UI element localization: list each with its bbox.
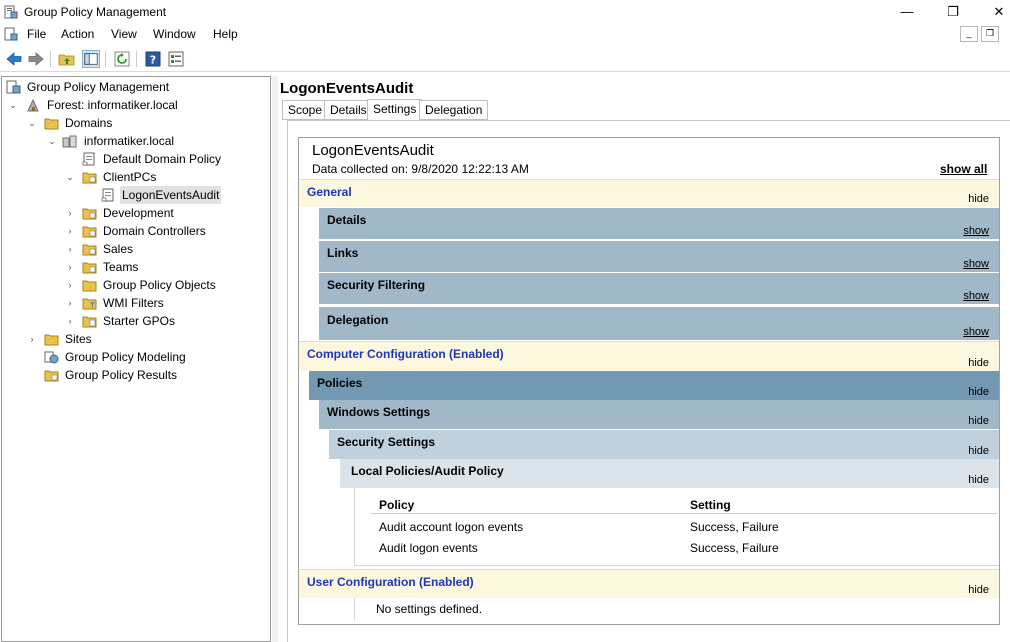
back-arrow-icon[interactable]	[5, 50, 23, 68]
menu-file[interactable]: File	[27, 27, 46, 41]
mdi-minimize-button[interactable]: _	[960, 26, 978, 42]
gpm-icon	[6, 80, 21, 94]
section-security-settings[interactable]: Security Settings hide	[329, 430, 999, 459]
section-delegation[interactable]: Delegation show	[319, 307, 999, 340]
gpo-link-icon	[82, 152, 95, 166]
toolbar-separator	[136, 51, 137, 67]
table-header-divider	[370, 513, 998, 514]
section-user-configuration[interactable]: User Configuration (Enabled) hide	[299, 569, 999, 598]
gp-results-icon	[44, 370, 59, 382]
tab-delegation[interactable]: Delegation	[419, 100, 489, 120]
chevron-right-icon[interactable]: ›	[65, 312, 75, 330]
chevron-right-icon[interactable]: ›	[65, 258, 75, 276]
show-link[interactable]: show	[963, 290, 989, 302]
section-details[interactable]: Details show	[319, 208, 999, 239]
hide-link[interactable]: hide	[968, 445, 989, 457]
tab-scope[interactable]: Scope	[282, 100, 329, 120]
maximize-button[interactable]: ❐	[930, 0, 976, 24]
chevron-right-icon[interactable]: ›	[27, 330, 37, 348]
menu-action[interactable]: Action	[61, 27, 94, 41]
ou-folder-icon	[82, 244, 97, 256]
help-icon[interactable]: ?	[144, 50, 162, 68]
section-computer-configuration[interactable]: Computer Configuration (Enabled) hide	[299, 341, 999, 371]
table-cell-policy: Audit logon events	[379, 541, 478, 555]
section-security-filtering[interactable]: Security Filtering show	[319, 273, 999, 304]
filter-folder-icon	[82, 298, 97, 310]
table-cell-setting: Success, Failure	[690, 520, 779, 534]
indent-divider	[354, 598, 355, 620]
table-header-setting: Setting	[690, 498, 731, 512]
svg-text:?: ?	[150, 54, 156, 67]
chevron-down-icon[interactable]: ⌄	[27, 114, 37, 132]
menu-view[interactable]: View	[111, 27, 137, 41]
forest-icon	[27, 98, 39, 112]
no-settings-text: No settings defined.	[376, 602, 483, 616]
hide-link[interactable]: hide	[968, 193, 989, 205]
hide-link[interactable]: hide	[968, 357, 989, 369]
tab-settings[interactable]: Settings	[367, 99, 423, 121]
section-audit-policy[interactable]: Local Policies/Audit Policy hide	[340, 459, 999, 488]
title-bar: Group Policy Management — ❐ ✕	[0, 0, 1010, 24]
chevron-right-icon[interactable]: ›	[65, 222, 75, 240]
gpm-app-icon	[4, 5, 18, 19]
refresh-icon[interactable]	[113, 50, 131, 68]
report-title: LogonEventsAudit	[312, 142, 434, 159]
chevron-right-icon[interactable]: ›	[65, 204, 75, 222]
chevron-right-icon[interactable]: ›	[65, 276, 75, 294]
show-link[interactable]: show	[963, 258, 989, 270]
show-link[interactable]: show	[963, 326, 989, 338]
hide-link[interactable]: hide	[968, 415, 989, 427]
toolbar-separator	[50, 51, 51, 67]
table-cell-policy: Audit account logon events	[379, 520, 524, 534]
show-hide-console-tree-icon[interactable]	[82, 50, 100, 68]
toolbar: ?	[0, 46, 1010, 72]
folder-icon	[82, 280, 97, 292]
show-all-link[interactable]: show all	[940, 162, 987, 176]
section-windows-settings[interactable]: Windows Settings hide	[319, 400, 999, 429]
toolbar-separator	[105, 51, 106, 67]
gpo-link-icon	[101, 188, 114, 202]
hide-link[interactable]: hide	[968, 584, 989, 596]
menu-bar: File Action View Window Help	[0, 24, 1010, 44]
show-link[interactable]: show	[963, 225, 989, 237]
domain-icon	[62, 135, 77, 148]
table-cell-setting: Success, Failure	[690, 541, 779, 555]
menu-window[interactable]: Window	[153, 27, 196, 41]
ou-folder-icon	[82, 262, 97, 274]
section-general[interactable]: General hide	[299, 179, 999, 207]
section-policies[interactable]: Policies hide	[309, 371, 999, 400]
ou-folder-icon	[82, 226, 97, 238]
starter-gpo-folder-icon	[82, 316, 97, 328]
gpm-menu-icon[interactable]	[4, 27, 18, 41]
sites-folder-icon	[44, 334, 59, 346]
section-links[interactable]: Links show	[319, 241, 999, 272]
menu-help[interactable]: Help	[213, 27, 238, 41]
chevron-right-icon[interactable]: ›	[65, 294, 75, 312]
ou-folder-icon	[82, 172, 97, 184]
close-button[interactable]: ✕	[976, 0, 1010, 24]
chevron-down-icon[interactable]: ⌄	[8, 96, 18, 114]
report-collected-date: Data collected on: 9/8/2020 12:22:13 AM	[312, 162, 529, 176]
chevron-down-icon[interactable]: ⌄	[65, 168, 75, 186]
properties-icon[interactable]	[167, 50, 185, 68]
forward-arrow-icon[interactable]	[27, 50, 45, 68]
hide-link[interactable]: hide	[968, 386, 989, 398]
mdi-restore-button[interactable]: ❐	[981, 26, 999, 42]
up-folder-icon[interactable]	[58, 50, 76, 68]
mdi-controls: _ ❐	[960, 26, 1004, 42]
ou-folder-icon	[82, 208, 97, 220]
folder-icon	[44, 118, 59, 130]
hide-link[interactable]: hide	[968, 474, 989, 486]
table-header-policy: Policy	[379, 498, 415, 512]
chevron-right-icon[interactable]: ›	[65, 240, 75, 258]
window-title: Group Policy Management	[24, 5, 167, 19]
tab-details[interactable]: Details	[324, 100, 373, 120]
gp-modeling-icon	[44, 351, 59, 364]
page-title: LogonEventsAudit	[280, 80, 414, 97]
chevron-down-icon[interactable]: ⌄	[47, 132, 57, 150]
minimize-button[interactable]: —	[884, 0, 930, 24]
